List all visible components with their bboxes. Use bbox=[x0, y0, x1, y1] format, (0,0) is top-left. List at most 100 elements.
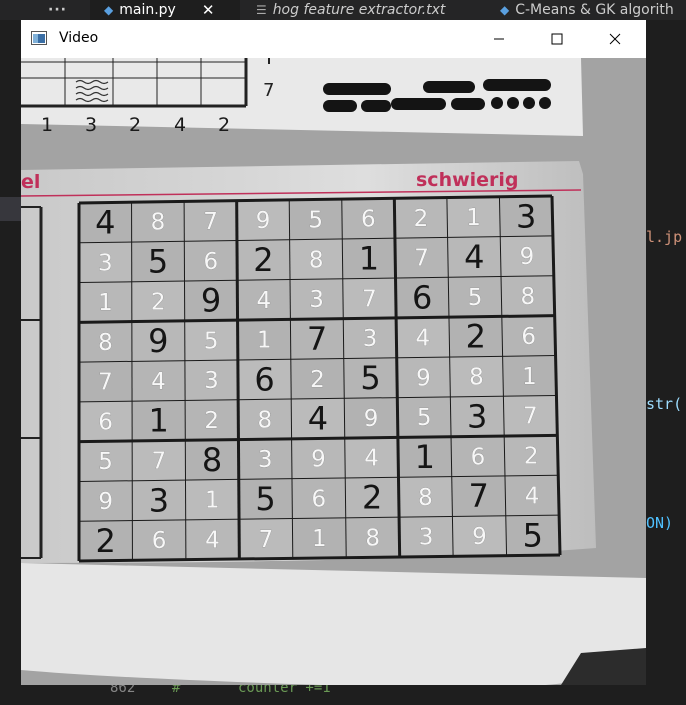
sudoku-digit-solution: 5 bbox=[417, 405, 432, 431]
sudoku-digit-printed: 3 bbox=[516, 197, 536, 235]
digit: 2 bbox=[218, 114, 230, 136]
sudoku-digit-solution: 6 bbox=[98, 409, 113, 435]
sudoku-digit-solution: 6 bbox=[521, 324, 536, 350]
tab-main-py[interactable]: ◆ main.py ✕ bbox=[90, 0, 240, 20]
tab-label: C-Means & GK algorith bbox=[515, 2, 674, 18]
sudoku-digit-solution: 2 bbox=[414, 206, 429, 232]
sudoku-digit-printed: 2 bbox=[362, 479, 382, 517]
sudoku-digit-printed: 1 bbox=[415, 438, 435, 476]
code-fragment: l.jp bbox=[646, 228, 683, 246]
sudoku-digit-solution: 1 bbox=[98, 290, 113, 316]
sudoku-digit-printed: 2 bbox=[253, 241, 273, 279]
sudoku-digit-solution: 4 bbox=[205, 527, 220, 553]
digit: 2 bbox=[129, 114, 141, 136]
explorer-selection bbox=[0, 197, 21, 221]
sudoku-digit-solution: 1 bbox=[205, 488, 220, 514]
sudoku-digit-solution: 9 bbox=[416, 365, 431, 391]
sudoku-digit-solution: 4 bbox=[364, 446, 379, 472]
header-label-left: el bbox=[21, 171, 40, 193]
sudoku-digit-solution: 6 bbox=[152, 528, 167, 554]
video-window: Video 7 1 3 2 4 2 el schwierig 4 8 7 9 5… bbox=[21, 20, 646, 685]
sudoku-digit-solution: 7 bbox=[362, 286, 377, 312]
sudoku-digit-solution: 2 bbox=[151, 289, 166, 315]
tab-label: main.py bbox=[119, 2, 176, 18]
sudoku-digit-solution: 1 bbox=[257, 328, 272, 354]
minimize-button[interactable] bbox=[476, 20, 522, 58]
sudoku-digit-solution: 8 bbox=[151, 210, 166, 236]
sudoku-digit-printed: 2 bbox=[96, 522, 116, 560]
sudoku-digit-printed: 7 bbox=[307, 320, 327, 358]
sudoku-digit-solution: 4 bbox=[525, 484, 540, 510]
sudoku-digit-solution: 4 bbox=[416, 325, 431, 351]
sudoku-digit-printed: 4 bbox=[464, 238, 484, 276]
sudoku-digit-solution: 2 bbox=[310, 367, 325, 393]
sudoku-digit-solution: 8 bbox=[418, 485, 433, 511]
sudoku-digit-solution: 3 bbox=[309, 287, 324, 313]
sudoku-digit-printed: 9 bbox=[201, 282, 221, 320]
sudoku-digit-printed: 4 bbox=[308, 400, 328, 438]
sudoku-digit-solution: 1 bbox=[522, 364, 537, 390]
sudoku-digit-solution: 6 bbox=[203, 249, 218, 275]
more-tabs-button[interactable]: ··· bbox=[48, 0, 67, 20]
sudoku-digit-printed: 3 bbox=[467, 397, 487, 435]
title-bar[interactable]: Video bbox=[21, 20, 646, 58]
sudoku-digit-solution: 5 bbox=[204, 328, 219, 354]
sudoku-digit-solution: 9 bbox=[364, 406, 379, 432]
sudoku-digit-solution: 9 bbox=[520, 244, 535, 270]
sudoku-digit-solution: 6 bbox=[471, 444, 486, 470]
sudoku-digit-solution: 9 bbox=[256, 208, 271, 234]
sudoku-digit-printed: 5 bbox=[523, 516, 543, 554]
tab-label: hog feature extractor.txt bbox=[272, 2, 446, 18]
sudoku-digit-printed: 2 bbox=[466, 318, 486, 356]
tab-c-means[interactable]: ◆ C-Means & GK algorith bbox=[500, 0, 674, 20]
sudoku-digit-printed: 9 bbox=[148, 322, 168, 360]
code-fragment: ON) bbox=[646, 514, 674, 532]
maximize-button[interactable] bbox=[534, 20, 580, 58]
sudoku-grid: 4 8 7 9 5 6 2 1 33 5 6 2 8 1 7 4 91 2 9 4 3 7 6 5 88 9 5 1 7 3 4 2 67 4 3 6… bbox=[77, 194, 562, 563]
window-title: Video bbox=[59, 30, 99, 46]
sudoku-digit-solution: 5 bbox=[98, 449, 113, 475]
digit: 3 bbox=[85, 114, 97, 136]
sudoku-digit-solution: 5 bbox=[308, 207, 323, 233]
maximize-icon bbox=[551, 33, 563, 45]
sudoku-digit-printed: 5 bbox=[148, 243, 168, 281]
sudoku-digit-solution: 8 bbox=[469, 365, 484, 391]
sudoku-digit-solution: 2 bbox=[204, 408, 219, 434]
sudoku-digit-printed: 8 bbox=[202, 441, 222, 479]
close-tab-button[interactable]: ✕ bbox=[202, 1, 215, 19]
sudoku-digit-solution: 9 bbox=[98, 489, 113, 515]
sudoku-digit-solution: 6 bbox=[361, 207, 376, 233]
sudoku-digit-solution: 3 bbox=[363, 326, 378, 352]
sudoku-digit-printed: 6 bbox=[412, 279, 432, 317]
sudoku-digit-printed: 1 bbox=[359, 239, 379, 277]
sudoku-digit-solution: 9 bbox=[311, 446, 326, 472]
editor-tab-bar: ··· ◆ main.py ✕ ☰ hog feature extractor.… bbox=[0, 0, 686, 20]
sudoku-digit-solution: 1 bbox=[312, 526, 327, 552]
sudoku-digit-solution: 7 bbox=[414, 246, 429, 272]
sudoku-digit-solution: 9 bbox=[472, 524, 487, 550]
sudoku-digit-solution: 8 bbox=[258, 407, 273, 433]
sudoku-digit-solution: 6 bbox=[312, 486, 327, 512]
sudoku-digit-solution: 7 bbox=[98, 370, 113, 396]
top-number: 7 bbox=[263, 80, 274, 101]
sudoku-digit-solution: 3 bbox=[419, 525, 434, 551]
sudoku-digit-printed: 4 bbox=[95, 204, 115, 242]
sudoku-digit-solution: 8 bbox=[309, 247, 324, 273]
sudoku-digit-solution: 7 bbox=[523, 404, 538, 430]
sudoku-digit-solution: 7 bbox=[151, 449, 166, 475]
close-button[interactable] bbox=[592, 20, 638, 58]
video-frame: 7 1 3 2 4 2 el schwierig 4 8 7 9 5 6 2 1… bbox=[21, 58, 646, 685]
sudoku-digit-solution: 5 bbox=[468, 285, 483, 311]
sudoku-digit-printed: 5 bbox=[255, 480, 275, 518]
code-fragment: str( bbox=[646, 395, 683, 413]
digit: 4 bbox=[174, 114, 186, 136]
close-icon bbox=[609, 33, 621, 45]
sudoku-digit-solution: 4 bbox=[151, 369, 166, 395]
text-file-icon: ☰ bbox=[256, 3, 267, 17]
tab-hog-feature-extractor[interactable]: ☰ hog feature extractor.txt bbox=[256, 0, 445, 20]
difficulty-label: schwierig bbox=[416, 169, 519, 191]
sudoku-digit-printed: 3 bbox=[149, 481, 169, 519]
sudoku-digit-solution: 1 bbox=[466, 205, 481, 231]
sudoku-digit-solution: 8 bbox=[98, 330, 113, 356]
sudoku-digit-solution: 8 bbox=[365, 525, 380, 551]
